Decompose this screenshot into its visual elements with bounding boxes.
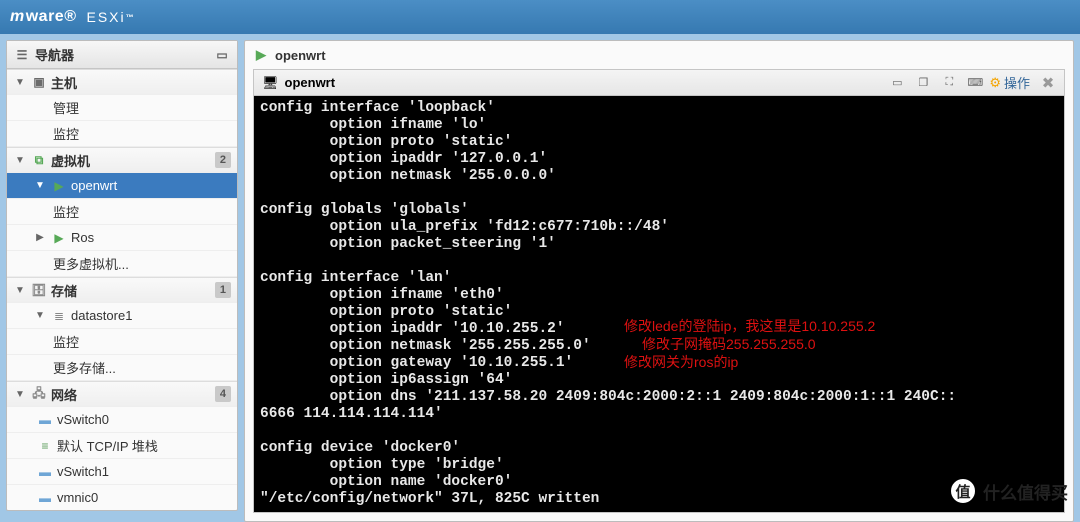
annotation: 修改网关为ros的ip (624, 354, 738, 371)
navigator-header: ☰ 导航器 ▭ (7, 41, 237, 69)
brand-m: m (10, 8, 25, 26)
datastore-icon: ≣ (51, 308, 67, 324)
nav-vm-label: 虚拟机 (51, 151, 215, 170)
navigator-title: 导航器 (35, 45, 74, 64)
console-frame: 🖥 openwrt ▭ ❐ ⛶ ⌨ ⚙ 操作 ✖ config interfac… (253, 69, 1065, 513)
vm-running-icon: ▶ (51, 178, 67, 194)
nav-network[interactable]: ▼ 🖧 网络 4 (7, 381, 237, 407)
brand-rest: ware (26, 8, 64, 26)
brand-product: ESXi (87, 9, 126, 25)
expander-icon[interactable]: ▼ (13, 285, 27, 296)
console-icon: 🖥 (262, 75, 279, 91)
nav-storage-monitor[interactable]: 监控 (7, 329, 237, 355)
nav-net-vswitch0[interactable]: ▬vSwitch0 (7, 407, 237, 433)
nav-network-badge: 4 (215, 386, 231, 402)
expander-icon[interactable]: ▼ (33, 310, 47, 321)
vm-running-icon: ▶ (253, 47, 269, 63)
nav-host-label: 主机 (51, 73, 237, 92)
watermark: 值 什么值得买 (949, 477, 1068, 505)
nav-storage-badge: 1 (215, 282, 231, 298)
nav-host[interactable]: ▼ ▣ 主机 (7, 69, 237, 95)
console-action-label: 操作 (1004, 73, 1030, 92)
breadcrumb-label: openwrt (275, 48, 326, 63)
storage-icon: 🗄 (31, 282, 47, 298)
breadcrumb: ▶ openwrt (245, 41, 1073, 69)
console-action-menu[interactable]: ⚙ 操作 (989, 73, 1030, 92)
nav-host-monitor[interactable]: 监控 (7, 121, 237, 147)
main-panel: ▶ openwrt 🖥 openwrt ▭ ❐ ⛶ ⌨ ⚙ 操作 ✖ (244, 40, 1074, 522)
nav-net-vmnic0[interactable]: ▬vmnic0 (7, 485, 237, 510)
vm-running-icon: ▶ (51, 230, 67, 246)
nav-net-vswitch1[interactable]: ▬vSwitch1 (7, 459, 237, 485)
top-bar: mware® ESXi™ (0, 0, 1080, 34)
annotation: 修改子网掩码255.255.255.0 (642, 336, 816, 353)
expander-icon[interactable]: ▼ (13, 389, 27, 400)
console-header: 🖥 openwrt ▭ ❐ ⛶ ⌨ ⚙ 操作 ✖ (254, 70, 1064, 96)
vswitch-icon: ▬ (37, 464, 53, 480)
nav-network-label: 网络 (51, 385, 215, 404)
expander-icon[interactable]: ▼ (13, 77, 27, 88)
nav-net-tcpip[interactable]: ≡默认 TCP/IP 堆栈 (7, 433, 237, 459)
console-close-icon[interactable]: ✖ (1040, 75, 1056, 91)
nav-storage-ds1[interactable]: ▼ ≣ datastore1 (7, 303, 237, 329)
console-title: openwrt (285, 75, 336, 90)
brand-tm: ™ (126, 13, 135, 22)
annotation: 修改lede的登陆ip，我这里是10.10.255.2 (624, 318, 875, 335)
tcpip-icon: ≡ (37, 438, 53, 454)
expander-icon[interactable]: ▼ (33, 180, 47, 191)
brand-reg: ® (64, 8, 76, 26)
vswitch-icon: ▬ (37, 412, 53, 428)
expander-icon[interactable]: ▶ (33, 232, 47, 243)
terminal-output[interactable]: config interface 'loopback' option ifnam… (254, 96, 1064, 512)
nav-vm-monitor[interactable]: 监控 (7, 199, 237, 225)
gear-icon: ⚙ (989, 75, 1001, 91)
console-fullscreen-icon[interactable]: ⛶ (941, 75, 957, 91)
navigator-icon: ☰ (15, 48, 29, 62)
nav-storage[interactable]: ▼ 🗄 存储 1 (7, 277, 237, 303)
vmnic-icon: ▬ (37, 490, 53, 506)
nav-vm-openwrt[interactable]: ▼ ▶ openwrt (7, 173, 237, 199)
watermark-text: 什么值得买 (983, 479, 1068, 504)
console-window-icon[interactable]: ❐ (915, 75, 931, 91)
nav-vm-more[interactable]: 更多虚拟机... (7, 251, 237, 277)
nav-storage-label: 存储 (51, 281, 215, 300)
console-dock-icon[interactable]: ▭ (889, 75, 905, 91)
nav-vm-badge: 2 (215, 152, 231, 168)
nav-storage-more[interactable]: 更多存储... (7, 355, 237, 381)
host-icon: ▣ (31, 74, 47, 90)
expander-icon[interactable]: ▼ (13, 155, 27, 166)
navigator-panel: ☰ 导航器 ▭ ▼ ▣ 主机 管理 监控 ▼ (6, 40, 238, 511)
network-icon: 🖧 (31, 386, 47, 402)
vm-icon: ⧉ (31, 152, 47, 168)
nav-host-manage[interactable]: 管理 (7, 95, 237, 121)
watermark-icon: 值 (949, 477, 977, 505)
nav-vm[interactable]: ▼ ⧉ 虚拟机 2 (7, 147, 237, 173)
console-keyboard-icon[interactable]: ⌨ (967, 75, 983, 91)
navigator-collapse-icon[interactable]: ▭ (215, 48, 229, 62)
nav-vm-ros[interactable]: ▶ ▶ Ros (7, 225, 237, 251)
